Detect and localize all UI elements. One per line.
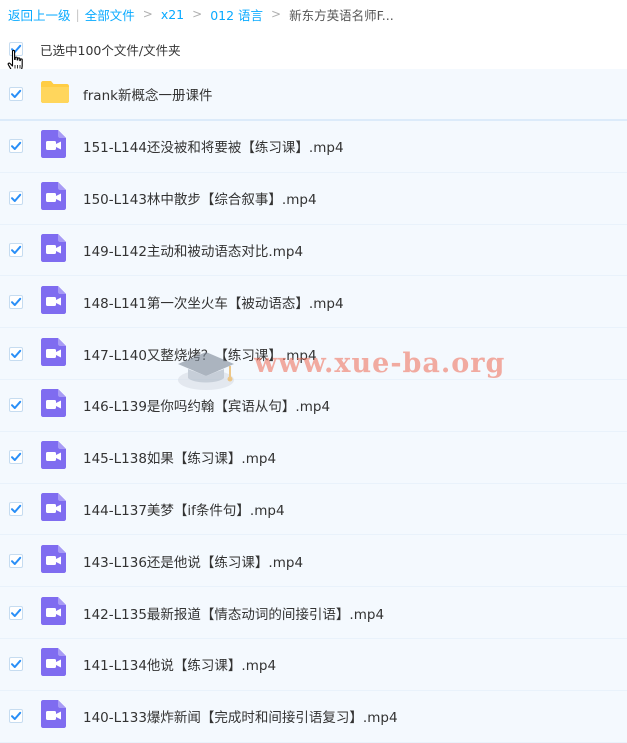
video-file-icon <box>40 337 67 371</box>
file-row[interactable]: 146-L139是你吗约翰【宾语从句】.mp4 <box>0 379 627 432</box>
video-file-icon <box>41 130 66 159</box>
file-name-link[interactable]: 148-L141第一次坐火车【被动语态】.mp4 <box>83 292 344 312</box>
breadcrumb-language-link[interactable]: 012 语言 <box>210 5 263 24</box>
checkmark-icon <box>11 556 22 565</box>
row-checkbox[interactable] <box>9 139 23 154</box>
video-file-icon <box>41 285 66 314</box>
all-files-link[interactable]: 全部文件 <box>85 5 135 24</box>
file-row[interactable]: 143-L136还是他说【练习课】.mp4 <box>0 535 627 588</box>
row-checkbox[interactable] <box>9 657 23 672</box>
folder-icon <box>41 81 69 103</box>
row-checkbox[interactable] <box>9 87 23 101</box>
video-file-icon <box>40 233 67 267</box>
checkmark-icon <box>11 401 22 410</box>
file-row[interactable]: 149-L142主动和被动语态对比.mp4 <box>0 224 627 277</box>
row-checkbox[interactable] <box>9 294 23 309</box>
file-name-link[interactable]: 151-L144还没被和将要被【练习课】.mp4 <box>83 136 344 156</box>
video-file-icon <box>40 440 67 474</box>
file-row[interactable]: 142-L135最新报道【情态动词的间接引语】.mp4 <box>0 587 627 639</box>
video-file-icon <box>41 233 66 262</box>
video-file-icon <box>41 492 66 521</box>
video-file-icon <box>41 389 66 418</box>
breadcrumb-current: 新东方英语名师F... <box>289 7 394 23</box>
breadcrumb-separator-icon: > <box>192 7 203 21</box>
file-name-link[interactable]: 145-L138如果【练习课】.mp4 <box>83 447 276 467</box>
file-row[interactable]: 148-L141第一次坐火车【被动语态】.mp4 <box>0 276 627 329</box>
checkmark-icon <box>11 193 22 203</box>
checkmark-icon <box>11 504 22 513</box>
video-file-icon <box>41 544 66 573</box>
row-checkbox[interactable] <box>9 242 23 257</box>
select-all-checkbox[interactable] <box>9 42 23 56</box>
video-file-icon <box>40 285 67 319</box>
checkmark-icon <box>11 608 22 617</box>
row-checkbox[interactable] <box>9 501 23 516</box>
breadcrumb-x21-link[interactable]: x21 <box>161 7 184 22</box>
checkmark-icon <box>11 89 22 98</box>
file-list: frank新概念一册课件 151-L144还没被和将要被【练习课】.mp4 150-… <box>0 69 627 743</box>
video-file-icon <box>40 699 67 733</box>
breadcrumb-divider: | <box>75 6 80 22</box>
selection-count-label: 已选中100个文件/文件夹 <box>40 42 181 58</box>
file-name-link[interactable]: 147-L140又整烧烤？【练习课】.mp4 <box>83 344 317 364</box>
checkmark-icon <box>11 297 22 306</box>
checkmark-icon <box>11 142 22 151</box>
row-checkbox[interactable] <box>9 553 23 568</box>
folder-row[interactable]: frank新概念一册课件 <box>0 69 627 121</box>
video-file-icon <box>41 648 66 677</box>
breadcrumb: 返回上一级 | 全部文件 > x21 > 012 语言 > 新东方英语名师F..… <box>0 0 627 28</box>
file-name-link[interactable]: 150-L143林中散步【综合叙事】.mp4 <box>83 188 317 208</box>
file-name-link[interactable]: 144-L137美梦【if条件句】.mp4 <box>83 499 285 519</box>
row-checkbox[interactable] <box>9 709 23 724</box>
video-file-icon <box>40 596 67 630</box>
checkmark-icon <box>11 711 22 721</box>
checkmark-icon <box>11 44 22 53</box>
file-name-link[interactable]: 143-L136还是他说【练习课】.mp4 <box>83 551 303 571</box>
video-file-icon <box>40 388 67 422</box>
file-name-link[interactable]: 149-L142主动和被动语态对比.mp4 <box>83 240 303 260</box>
video-file-icon <box>41 182 66 211</box>
checkmark-icon <box>11 349 22 358</box>
file-row[interactable]: 150-L143林中散步【综合叙事】.mp4 <box>0 172 627 225</box>
video-file-icon <box>40 544 67 578</box>
folder-icon <box>40 80 70 108</box>
file-row[interactable]: 144-L137美梦【if条件句】.mp4 <box>0 483 627 536</box>
video-file-icon <box>40 647 67 681</box>
file-row[interactable]: 141-L134他说【练习课】.mp4 <box>0 638 627 691</box>
breadcrumb-separator-icon: > <box>142 7 153 21</box>
video-file-icon <box>40 492 67 526</box>
video-file-icon <box>41 441 66 470</box>
file-row[interactable]: 140-L133爆炸新闻【完成时和间接引语复习】.mp4 <box>0 690 627 743</box>
file-name-link[interactable]: 142-L135最新报道【情态动词的间接引语】.mp4 <box>83 603 384 623</box>
video-file-icon <box>40 129 67 163</box>
checkmark-icon <box>11 245 22 254</box>
checkmark-icon <box>11 452 22 462</box>
breadcrumb-separator-icon: > <box>271 7 282 21</box>
file-name-link[interactable]: frank新概念一册课件 <box>83 84 212 104</box>
row-checkbox[interactable] <box>9 398 23 413</box>
video-file-icon <box>40 181 67 215</box>
row-checkbox[interactable] <box>9 191 23 206</box>
video-file-icon <box>41 337 66 366</box>
file-name-link[interactable]: 146-L139是你吗约翰【宾语从句】.mp4 <box>83 395 330 415</box>
row-checkbox[interactable] <box>9 450 23 465</box>
file-row[interactable]: 147-L140又整烧烤？【练习课】.mp4 <box>0 328 627 380</box>
video-file-icon <box>41 700 66 729</box>
file-name-link[interactable]: 141-L134他说【练习课】.mp4 <box>83 654 276 674</box>
row-checkbox[interactable] <box>9 605 23 620</box>
selection-bar: 已选中100个文件/文件夹 <box>0 31 627 67</box>
file-row[interactable]: 145-L138如果【练习课】.mp4 <box>0 431 627 484</box>
video-file-icon <box>41 596 66 625</box>
row-checkbox[interactable] <box>9 346 23 361</box>
checkmark-icon <box>11 660 22 669</box>
back-link[interactable]: 返回上一级 <box>8 5 71 24</box>
file-name-link[interactable]: 140-L133爆炸新闻【完成时和间接引语复习】.mp4 <box>83 706 398 726</box>
file-row[interactable]: 151-L144还没被和将要被【练习课】.mp4 <box>0 121 627 173</box>
